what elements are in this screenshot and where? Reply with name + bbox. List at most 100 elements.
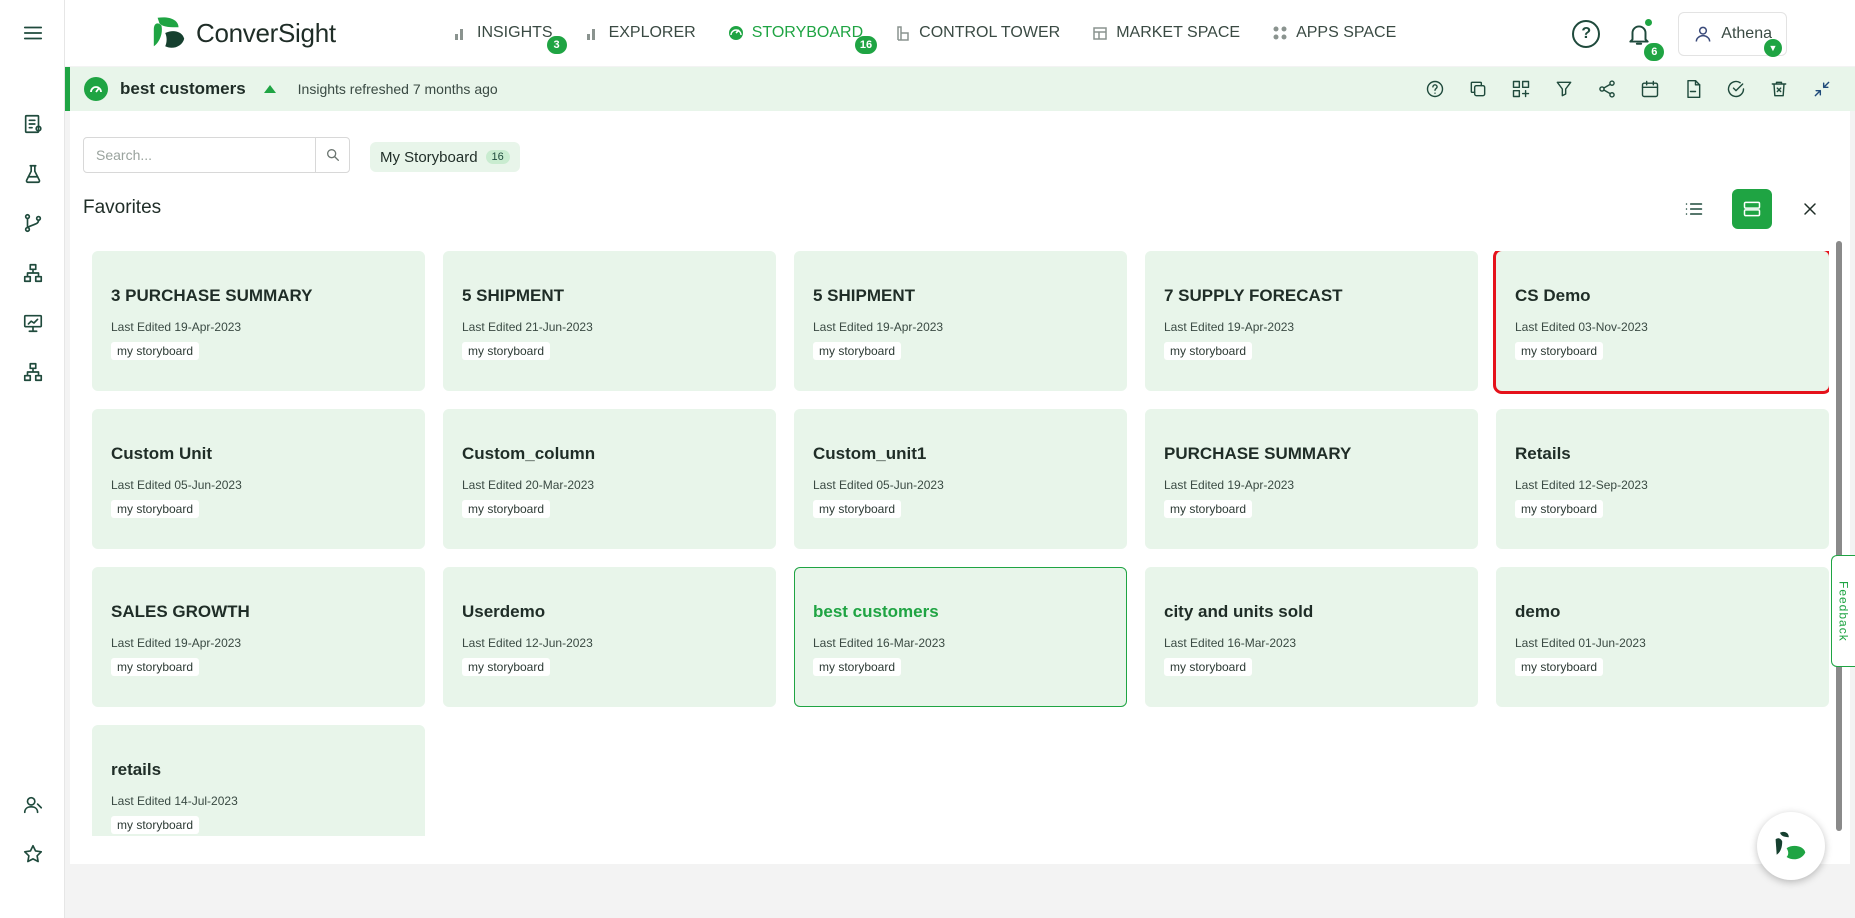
list-view-button[interactable]: [1674, 189, 1714, 229]
layout-grid-icon[interactable]: [1509, 77, 1532, 100]
user-search-icon[interactable]: [19, 791, 47, 819]
storyboard-card[interactable]: demo Last Edited 01-Jun-2023 my storyboard: [1496, 567, 1829, 707]
left-sidebar: [0, 0, 65, 918]
chevron-up-icon[interactable]: [263, 85, 276, 93]
nav-storyboard-badge: 16: [854, 36, 878, 54]
help-icon[interactable]: ?: [1572, 20, 1601, 48]
card-tag: my storyboard: [111, 500, 200, 518]
storyboard-grid: 3 PURCHASE SUMMARY Last Edited 19-Apr-202…: [92, 251, 1829, 836]
view-controls: [1674, 189, 1830, 229]
card-last-edited: Last Edited 19-Apr-2023: [111, 320, 242, 334]
delete-icon[interactable]: [1767, 77, 1790, 100]
card-title: retails: [111, 760, 162, 779]
nav-insights[interactable]: INSIGHTS 3: [453, 20, 567, 54]
user-icon: [1695, 26, 1711, 42]
main-nav: INSIGHTS 3 EXPLORER STORYBOARD 16 CONTRO…: [453, 20, 1428, 54]
card-title: Custom_unit1: [813, 444, 927, 463]
notifications-button[interactable]: 6: [1624, 19, 1665, 61]
close-button[interactable]: [1790, 189, 1830, 229]
nav-explorer[interactable]: EXPLORER: [585, 20, 696, 46]
card-last-edited: Last Edited 19-Apr-2023: [111, 636, 242, 650]
nav-storyboard[interactable]: STORYBOARD 16: [728, 20, 878, 54]
storyboard-card[interactable]: 7 SUPPLY FORECAST Last Edited 19-Apr-2023…: [1145, 251, 1478, 391]
apps-icon: [1273, 26, 1287, 40]
storyboard-card[interactable]: city and units sold Last Edited 16-Mar-20…: [1145, 567, 1478, 707]
storyboard-card[interactable]: Custom Unit Last Edited 05-Jun-2023 my sto…: [92, 409, 425, 549]
storyboard-card[interactable]: 5 SHIPMENT Last Edited 21-Jun-2023 my stor…: [443, 251, 776, 391]
nav-control-tower[interactable]: CONTROL TOWER: [895, 20, 1060, 46]
logo[interactable]: ConverSight: [150, 14, 336, 52]
card-title: 5 SHIPMENT: [813, 286, 916, 305]
storyboard-card[interactable]: Retails Last Edited 12-Sep-2023 my storybo…: [1496, 409, 1829, 549]
logo-mark-icon: [150, 14, 188, 52]
card-view-icon: [1743, 201, 1761, 217]
collapse-icon[interactable]: [1810, 77, 1833, 100]
close-icon: [1804, 203, 1816, 215]
hamburger-menu-icon[interactable]: [19, 19, 47, 47]
check-circle-icon[interactable]: [1724, 77, 1747, 100]
card-view-button[interactable]: [1732, 189, 1772, 229]
flask-icon[interactable]: [19, 160, 47, 188]
calendar-icon[interactable]: [1638, 77, 1661, 100]
feedback-tab[interactable]: Feedback: [1831, 555, 1855, 667]
storyboard-card[interactable]: CS Demo Last Edited 03-Nov-2023 my storybo…: [1493, 251, 1829, 394]
card-tag: my storyboard: [111, 816, 200, 834]
assistant-bot-button[interactable]: [1757, 812, 1825, 880]
card-tag: my storyboard: [1515, 342, 1604, 360]
card-last-edited: Last Edited 01-Jun-2023: [1515, 636, 1646, 650]
nav-apps-space[interactable]: APPS SPACE: [1272, 20, 1396, 46]
storyboard-card[interactable]: 5 SHIPMENT Last Edited 19-Apr-2023 my stor…: [794, 251, 1127, 391]
card-title: SALES GROWTH: [111, 602, 250, 621]
storyboard-card[interactable]: Custom_unit1 Last Edited 05-Jun-2023 my st…: [794, 409, 1127, 549]
scrollbar-thumb[interactable]: [1836, 241, 1842, 831]
storyboard-name: best customers: [120, 79, 246, 98]
card-title: best customers: [813, 602, 939, 621]
storyboard-card[interactable]: Custom_column Last Edited 20-Mar-2023 my s…: [443, 409, 776, 549]
scrollbar[interactable]: [1836, 241, 1842, 831]
star-icon[interactable]: [19, 840, 47, 868]
list-icon: [1685, 203, 1703, 215]
presentation-icon[interactable]: [19, 309, 47, 337]
filter-icon[interactable]: [1552, 77, 1575, 100]
filter-chip-count: 16: [485, 150, 510, 164]
card-last-edited: Last Edited 16-Mar-2023: [813, 636, 946, 650]
storyboard-list-panel: My Storyboard 16 Favorites 3 PURCHASE SU…: [70, 111, 1850, 864]
storyboard-card[interactable]: 3 PURCHASE SUMMARY Last Edited 19-Apr-202…: [92, 251, 425, 391]
copy-icon[interactable]: [1466, 77, 1489, 100]
storyboard-card[interactable]: PURCHASE SUMMARY Last Edited 19-Apr-2023 m…: [1145, 409, 1478, 549]
nav-market-space[interactable]: MARKET SPACE: [1092, 20, 1240, 46]
share-icon[interactable]: [1595, 77, 1618, 100]
nav-insights-badge: 3: [546, 36, 567, 54]
card-title: 3 PURCHASE SUMMARY: [111, 286, 313, 305]
gauge-icon: [728, 26, 743, 40]
card-title: 7 SUPPLY FORECAST: [1164, 286, 1343, 305]
nav-market-space-label: MARKET SPACE: [1116, 24, 1241, 41]
tower-icon: [897, 26, 909, 41]
my-storyboard-filter[interactable]: My Storyboard 16: [370, 142, 520, 172]
search-input[interactable]: [84, 138, 315, 172]
pdf-icon[interactable]: [1681, 77, 1704, 100]
org-chart-icon[interactable]: [19, 358, 47, 386]
nav-explorer-label: EXPLORER: [608, 24, 696, 41]
storyboard-toolbar: [1423, 77, 1833, 100]
card-title: 5 SHIPMENT: [462, 286, 565, 305]
storyboard-title-group[interactable]: best customers Insights refreshed 7 mont…: [84, 77, 498, 101]
logo-text: ConverSight: [196, 17, 336, 48]
card-tag: my storyboard: [813, 500, 902, 518]
card-last-edited: Last Edited 03-Nov-2023: [1515, 320, 1648, 334]
card-tag: my storyboard: [1515, 658, 1604, 676]
branch-icon[interactable]: [19, 209, 47, 237]
report-icon[interactable]: [19, 110, 47, 138]
user-menu[interactable]: Athena ▼: [1678, 12, 1787, 57]
storyboard-card[interactable]: best customers Last Edited 16-Mar-2023 my …: [794, 567, 1127, 707]
help-circle-icon[interactable]: [1423, 77, 1446, 100]
card-last-edited: Last Edited 19-Apr-2023: [1164, 478, 1295, 492]
card-title: demo: [1515, 602, 1561, 621]
hierarchy-icon[interactable]: [19, 259, 47, 287]
card-title: CS Demo: [1515, 286, 1591, 305]
search-button[interactable]: [315, 138, 349, 172]
storyboard-card[interactable]: retails Last Edited 14-Jul-2023 my storybo…: [92, 725, 425, 836]
storyboard-card[interactable]: Userdemo Last Edited 12-Jun-2023 my storyb…: [443, 567, 776, 707]
card-tag: my storyboard: [111, 342, 200, 360]
storyboard-card[interactable]: SALES GROWTH Last Edited 19-Apr-2023 my st…: [92, 567, 425, 707]
